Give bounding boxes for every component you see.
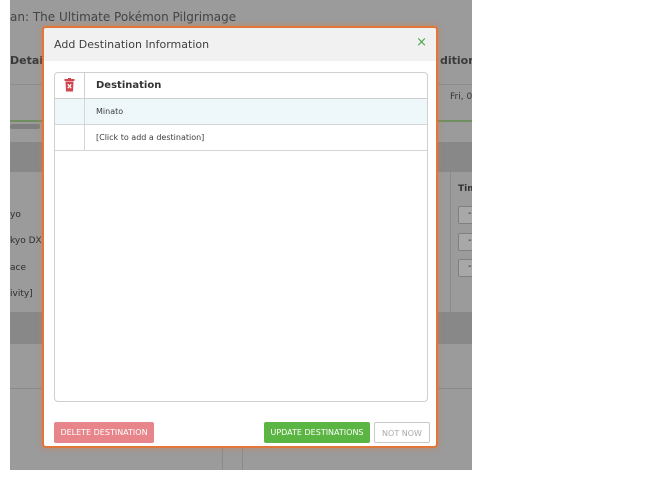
modal-title: Add Destination Information — [54, 38, 210, 51]
add-destination-placeholder[interactable]: [Click to add a destination] — [96, 133, 204, 142]
destination-column-header: Destination — [96, 80, 162, 91]
table-header: Destination — [55, 73, 427, 99]
delete-destination-button[interactable]: DELETE DESTINATION — [54, 422, 154, 443]
time-column-header: Tim — [458, 184, 472, 194]
date-label: Fri, 08 — [450, 92, 472, 102]
time-button — [458, 206, 472, 224]
table-row[interactable]: Minato — [55, 99, 427, 125]
trip-title: an: The Ultimate Pokémon Pilgrimage — [10, 10, 237, 24]
list-item: ivity] — [10, 289, 33, 299]
add-destination-modal: Add Destination Information × Destinatio… — [42, 26, 438, 448]
not-now-button[interactable]: NOT NOW — [374, 422, 430, 443]
time-button — [458, 259, 472, 277]
trash-icon[interactable] — [55, 73, 85, 99]
update-destinations-button[interactable]: UPDATE DESTINATIONS — [264, 422, 370, 443]
list-item: yo — [10, 210, 21, 220]
time-button — [458, 233, 472, 251]
tab-additional: ditiona — [440, 54, 472, 67]
list-item: kyo DX — [10, 236, 42, 246]
add-destination-row[interactable]: [Click to add a destination] — [55, 125, 427, 151]
close-icon[interactable]: × — [416, 35, 427, 51]
destination-table: Destination Minato [Click to add a desti… — [54, 72, 428, 402]
row-select-cell[interactable] — [55, 125, 85, 150]
horizontal-scrollbar — [10, 124, 40, 129]
trash-icon-glyph — [64, 78, 75, 92]
list-item: ace — [10, 263, 27, 273]
modal-header: Add Destination Information × — [44, 28, 436, 61]
column-divider — [450, 172, 451, 312]
destination-cell[interactable]: Minato — [96, 107, 123, 116]
row-select-cell[interactable] — [55, 99, 85, 124]
